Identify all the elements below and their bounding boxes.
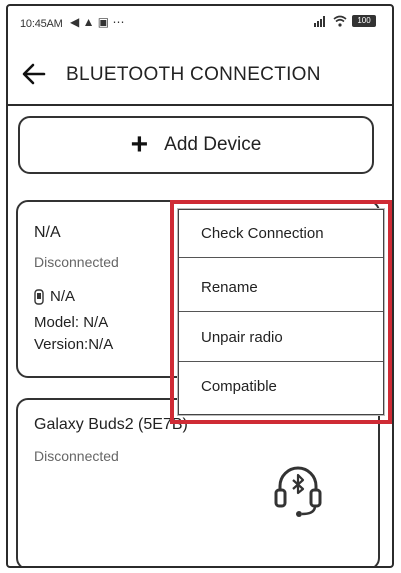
device-name: N/A — [34, 224, 61, 241]
device-status: Disconnected — [34, 254, 119, 270]
plus-icon: + — [130, 128, 149, 161]
add-device-label: Add Device — [164, 134, 262, 155]
device-version: Version:N/A — [34, 336, 114, 353]
status-bar: 10:45AM ◀ ▲ ▣ ⋯ 100 — [8, 6, 392, 42]
wifi-icon — [333, 15, 347, 27]
device-status: Disconnected — [34, 448, 119, 464]
status-time: 10:45AM — [20, 18, 63, 30]
notification-icons: ◀ ▲ ▣ ⋯ — [70, 15, 125, 29]
device-id: N/A — [50, 288, 76, 305]
bluetooth-headset-icon — [274, 466, 322, 517]
back-arrow-icon[interactable] — [20, 60, 48, 88]
device-icon — [34, 288, 44, 305]
system-icons: 100 — [314, 15, 376, 27]
device-context-menu: Check Connection Rename Unpair radio Com… — [178, 209, 384, 415]
phone-frame: 10:45AM ◀ ▲ ▣ ⋯ 100 BLUETOOTH CONNECTION… — [6, 4, 394, 568]
signal-icon — [314, 16, 325, 27]
battery-icon: 100 — [352, 15, 376, 27]
page-title: BLUETOOTH CONNECTION — [66, 64, 321, 85]
device-card[interactable]: Galaxy Buds2 (5E7B) Disconnected — [16, 398, 380, 566]
menu-item-unpair-radio[interactable]: Unpair radio — [179, 314, 383, 362]
device-name: Galaxy Buds2 (5E7B) — [34, 416, 188, 433]
device-id-row: N/A — [34, 288, 75, 305]
device-model: Model: N/A — [34, 314, 109, 331]
menu-item-check-connection[interactable]: Check Connection — [179, 210, 383, 258]
menu-item-rename[interactable]: Rename — [179, 264, 383, 312]
app-header: BLUETOOTH CONNECTION — [8, 48, 392, 106]
menu-item-compatible[interactable]: Compatible — [179, 362, 383, 410]
add-device-button[interactable]: + Add Device — [18, 116, 374, 174]
